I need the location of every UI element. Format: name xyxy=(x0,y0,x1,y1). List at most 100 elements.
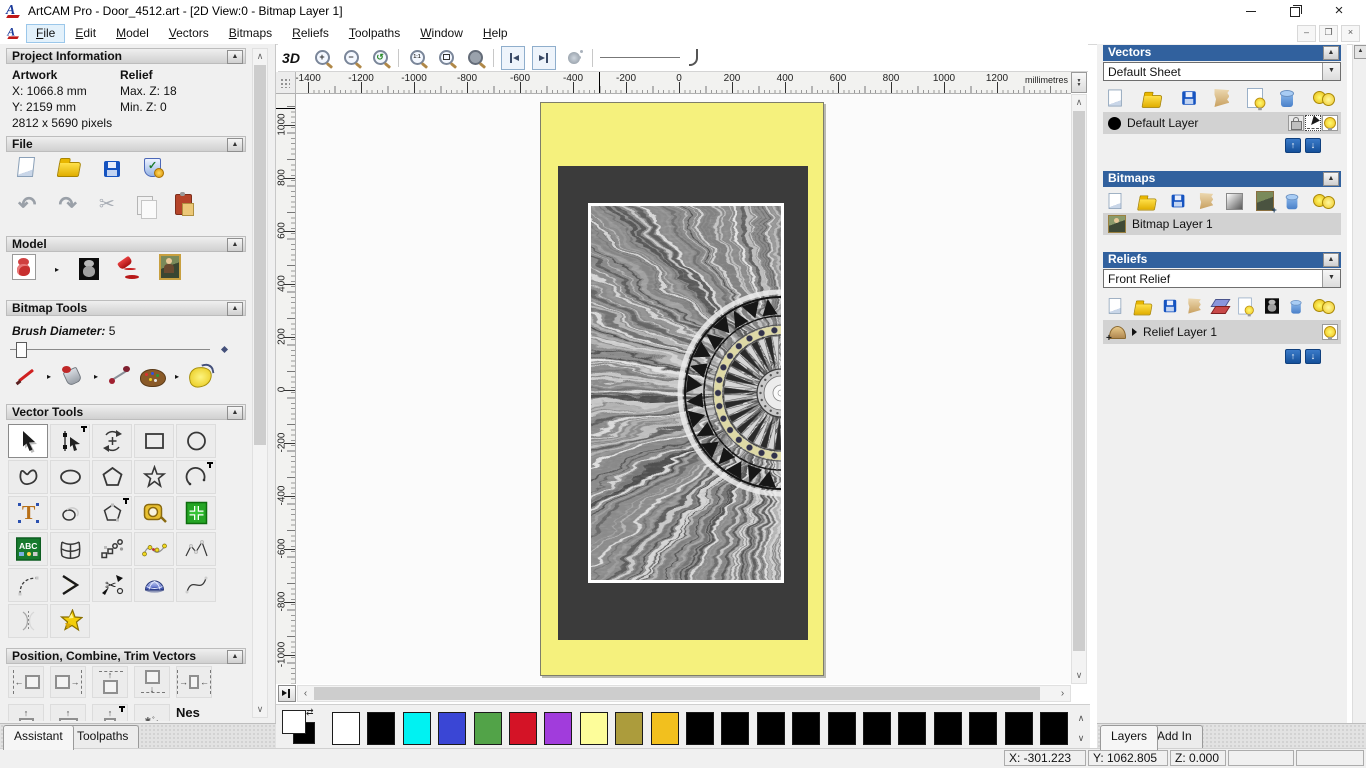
panel-scroll-up-icon[interactable]: ▲ xyxy=(1354,45,1366,59)
chevron-down-icon[interactable]: ▼ xyxy=(1322,63,1340,80)
bitmap-image-frame[interactable] xyxy=(588,203,784,583)
palette-swatch-12[interactable] xyxy=(756,712,785,745)
flyout-arrow-icon[interactable]: ▸ xyxy=(175,372,179,381)
arc-tool[interactable] xyxy=(176,460,216,494)
layer-colour-swatch[interactable] xyxy=(1108,116,1121,130)
drawing-canvas[interactable] xyxy=(296,94,1071,684)
lighting-icon[interactable] xyxy=(117,256,141,280)
vector-layer-row[interactable]: Default Layer xyxy=(1103,112,1341,134)
model-wizard-icon[interactable] xyxy=(144,158,164,178)
save-model-icon[interactable] xyxy=(104,161,120,177)
block-paste-tool[interactable] xyxy=(176,496,216,530)
node-editing-tool[interactable] xyxy=(50,424,90,458)
delete-layer-icon[interactable] xyxy=(1290,299,1302,314)
paste-along-curve-tool[interactable] xyxy=(92,532,132,566)
close-button[interactable]: × xyxy=(1322,0,1356,23)
colour-palette-icon[interactable] xyxy=(140,369,167,387)
scatter-icon[interactable]: ✱˚· xyxy=(134,704,170,721)
align-right-icon[interactable]: → xyxy=(50,666,86,698)
undo-icon[interactable] xyxy=(18,195,36,215)
align-centre-icon[interactable]: → ← xyxy=(176,666,212,698)
merge-layers-icon[interactable] xyxy=(1199,192,1213,210)
polyline-tool[interactable] xyxy=(8,460,48,494)
new-layer-icon[interactable] xyxy=(1108,298,1122,314)
scroll-up-icon[interactable]: ∧ xyxy=(1072,95,1086,110)
zoom-object-button[interactable] xyxy=(464,47,486,69)
document-icon[interactable]: A xyxy=(7,26,21,40)
all-lightbulbs-icon[interactable] xyxy=(1311,192,1337,210)
palette-scroll-up-icon[interactable]: ∧ xyxy=(1076,713,1086,723)
slider-handle[interactable] xyxy=(16,342,27,358)
palette-swatch-16[interactable] xyxy=(898,712,927,745)
relief-selector[interactable]: Front Relief ▼ xyxy=(1103,269,1341,288)
swap-colours-icon[interactable]: ⇄ xyxy=(306,707,314,718)
palette-scroll-down-icon[interactable]: ∨ xyxy=(1076,733,1086,743)
mdi-minimize-button[interactable]: – xyxy=(1297,25,1316,42)
merge-layers-icon[interactable] xyxy=(1214,89,1230,107)
menu-bitmaps[interactable]: Bitmaps xyxy=(219,24,282,43)
text-tool[interactable]: T xyxy=(8,496,48,530)
scroll-right-icon[interactable]: › xyxy=(1055,686,1070,701)
palette-swatch-15[interactable] xyxy=(863,712,891,745)
flyout-arrow-icon[interactable]: ▸ xyxy=(47,372,51,381)
polygon-tool[interactable] xyxy=(92,460,132,494)
ellipse-tool[interactable] xyxy=(50,460,90,494)
palette-swatch-2[interactable] xyxy=(402,712,431,745)
new-layer-icon[interactable] xyxy=(1108,193,1122,209)
ruler-units-button[interactable]: ▼ ▼ xyxy=(1071,72,1087,93)
open-model-icon[interactable] xyxy=(56,162,82,177)
fit-polyline-tool[interactable] xyxy=(134,532,174,566)
scrollbar-thumb[interactable] xyxy=(1073,111,1085,651)
align-top-icon[interactable]: ↑ xyxy=(92,666,128,698)
envelope-distort-tool[interactable] xyxy=(50,532,90,566)
align-bottom-icon[interactable]: ↓ xyxy=(134,666,170,698)
collapse-button[interactable]: ▲ xyxy=(1323,46,1339,60)
fit-spline-tool[interactable] xyxy=(176,568,216,602)
palette-swatch-18[interactable] xyxy=(969,712,998,745)
palette-swatch-3[interactable] xyxy=(438,712,467,745)
save-layers-icon[interactable] xyxy=(1171,194,1185,208)
load-bitmap-icon[interactable] xyxy=(159,254,182,280)
set-model-size-icon[interactable] xyxy=(12,254,36,280)
trim-tool[interactable]: ✂ xyxy=(92,568,132,602)
open-layers-icon[interactable] xyxy=(1141,94,1163,108)
canvas-hscrollbar[interactable]: ‹ › xyxy=(297,685,1071,702)
wrap-text-tool[interactable] xyxy=(50,496,90,530)
palette-swatch-17[interactable] xyxy=(933,712,962,745)
extrude-tool[interactable] xyxy=(134,568,174,602)
paint-icon[interactable] xyxy=(14,365,38,387)
all-lightbulbs-icon[interactable] xyxy=(1311,297,1337,315)
collapse-button[interactable]: ▲ xyxy=(1323,253,1339,267)
snap-right-toggle[interactable] xyxy=(532,45,556,70)
lock-layer-button[interactable] xyxy=(1288,115,1304,131)
collapse-button[interactable]: ▲ xyxy=(227,50,243,64)
expand-arrow-icon[interactable] xyxy=(1132,328,1137,336)
merge-layers-icon[interactable] xyxy=(1188,298,1201,314)
palette-swatch-8[interactable] xyxy=(615,712,644,745)
flyout-arrow-icon[interactable]: ▸ xyxy=(94,372,98,381)
delete-layer-icon[interactable] xyxy=(1280,89,1295,107)
star-wizard-tool[interactable] xyxy=(50,604,90,638)
palette-swatch-7[interactable] xyxy=(579,712,608,745)
ruler-corner[interactable] xyxy=(276,72,296,94)
sheet-selector[interactable]: Default Sheet ▼ xyxy=(1103,62,1341,81)
palette-swatch-20[interactable] xyxy=(1040,712,1068,745)
palette-swatch-11[interactable] xyxy=(721,712,750,745)
menu-model[interactable]: Model xyxy=(106,24,159,43)
texture-flood-icon[interactable] xyxy=(187,364,214,390)
zoom-1to1-button[interactable]: 1:1 xyxy=(406,47,428,69)
snap-left-toggle[interactable] xyxy=(501,45,525,70)
star-tool[interactable] xyxy=(134,460,174,494)
canvas-vscrollbar[interactable]: ∧ ∨ xyxy=(1071,94,1087,684)
chevron-down-icon[interactable]: ▼ xyxy=(1322,270,1340,287)
relief-layer-row[interactable]: Relief Layer 1 xyxy=(1103,320,1341,344)
slider-handle-icon[interactable] xyxy=(689,49,698,66)
page-preview-button[interactable] xyxy=(278,685,296,702)
menu-vectors[interactable]: Vectors xyxy=(159,24,219,43)
toggle-visibility-icon[interactable] xyxy=(1247,88,1266,111)
simplify-tool[interactable] xyxy=(176,532,216,566)
greyscale-preview-icon[interactable] xyxy=(1264,298,1279,314)
collapse-button[interactable]: ▲ xyxy=(1323,172,1339,186)
tab-assistant[interactable]: Assistant xyxy=(3,725,74,750)
tab-toolpaths[interactable]: Toolpaths xyxy=(66,725,140,748)
